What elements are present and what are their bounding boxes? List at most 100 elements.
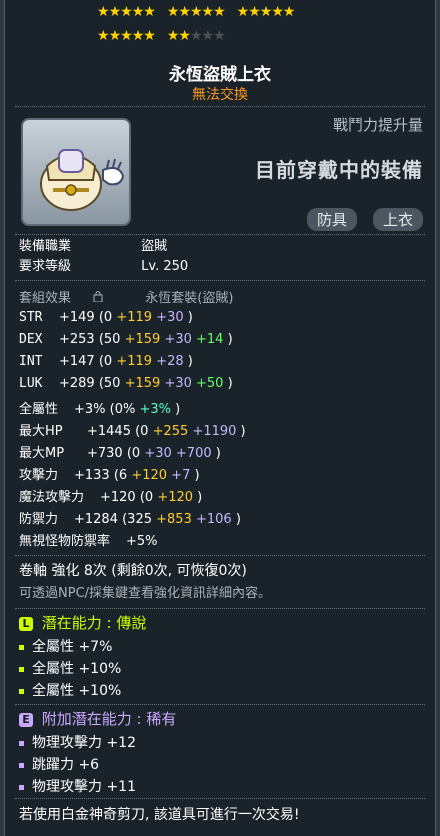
stat-base: (0% [109, 402, 140, 417]
divider [15, 280, 425, 281]
potential-line: 物理攻擊力 +11 [19, 776, 136, 796]
star-group: ★★★★★ [166, 4, 226, 20]
stat-bonus: +50 [196, 376, 228, 391]
potential-line-text: 全屬性 +10% [32, 661, 122, 677]
rare-badge-icon: E [19, 712, 33, 727]
star-force-row-1: ★★★★★ ★★★★★ ★★★★★ [97, 4, 306, 20]
stat-bonus: +700 [175, 446, 216, 461]
star-group: ★★★★★ [97, 4, 156, 20]
stat-total: +1284 [74, 512, 123, 527]
star-group: ★★★★★ [97, 28, 156, 44]
bullet-icon [19, 688, 24, 694]
power-up-label: 戰鬥力提升量 [332, 116, 423, 134]
bullet-icon [19, 784, 24, 790]
stat-close: ) [227, 376, 233, 391]
star-filled-icon: ★ [166, 4, 180, 20]
stat-bonus: +30 [144, 446, 176, 461]
stat-name: 最大MP [19, 446, 65, 461]
potential-line: 全屬性 +10% [19, 680, 121, 700]
stat-bonus: +28 [156, 354, 188, 369]
stat-bonus: +7 [171, 468, 195, 483]
tag-top: 上衣 [372, 208, 423, 231]
potential-line-text: 全屬性 +10% [32, 683, 122, 699]
star-force-row-2: ★★★★★ ★★★★★ [97, 28, 237, 44]
stat-close: ) [175, 402, 181, 417]
stat-base: (325 [122, 512, 157, 527]
star-empty-icon: ★ [201, 28, 215, 44]
stat-row: DEX +253 (50 +159 +30 +14 ) [19, 332, 233, 347]
stat-row: INT +147 (0 +119 +28 ) [19, 354, 193, 369]
potential-line: 全屬性 +7% [19, 636, 112, 656]
stat-row: 全屬性 +3% (0% +3% ) [19, 398, 180, 417]
req-level: 要求等級 Lv. 250 [19, 255, 188, 274]
divider [15, 704, 425, 705]
item-tooltip: ★★★★★ ★★★★★ ★★★★★ ★★★★★ ★★★★★ 永恆盜賊上衣 無法交換 戰… [4, 0, 436, 836]
stat-row: STR +149 (0 +119 +30 ) [19, 310, 193, 325]
stat-total: +120 [100, 490, 140, 505]
star-filled-icon: ★ [189, 4, 203, 20]
stat-base: (6 [113, 468, 132, 483]
stat-bonus: +3% [139, 402, 176, 417]
req-job-value: 盜賊 [141, 239, 168, 254]
stat-bonus: +30 [156, 310, 188, 325]
star-filled-icon: ★ [178, 4, 191, 20]
potential-line-text: 跳躍力 +6 [32, 757, 100, 773]
bullet-icon [19, 666, 24, 672]
req-level-value: Lv. 250 [141, 259, 189, 274]
stat-row: 無視怪物防禦率 +5% [19, 530, 158, 549]
stat-row: 魔法攻擊力 +120 (0 +120 ) [19, 486, 202, 505]
stat-name: LUK [19, 376, 43, 391]
stat-close: ) [215, 446, 221, 461]
req-job-label: 裝備職業 [19, 239, 72, 254]
potential-line: 全屬性 +10% [19, 658, 121, 678]
stat-bonus: +853 [156, 512, 196, 527]
star-filled-icon: ★ [97, 28, 110, 44]
stat-total: +133 [74, 468, 114, 483]
star-filled-icon: ★ [282, 4, 296, 20]
robe-icon [40, 149, 125, 211]
platinum-scissors-notice: 若使用白金神奇剪刀, 該道具可進行一次交易! [19, 807, 300, 823]
star-filled-icon: ★ [97, 4, 110, 20]
stat-base: (50 [98, 376, 125, 391]
bullet-icon [19, 762, 24, 768]
enhance-hint: 可透過NPC/採集鍵查看強化資訊詳細內容。 [19, 586, 272, 601]
bonus-potential-header: E 附加潛在能力 : 稀有 [19, 708, 176, 729]
stat-bonus: +120 [131, 468, 172, 483]
stat-bonus: +159 [124, 332, 165, 347]
stat-base: (0 [126, 446, 145, 461]
req-job: 裝備職業 盜賊 [19, 235, 167, 254]
star-filled-icon: ★ [108, 28, 122, 44]
lock-icon [93, 290, 141, 306]
stat-base: (0 [139, 490, 158, 505]
set-effect: 套組效果 永恆套裝(盜賊) [19, 287, 233, 306]
bonus-potential-label: 附加潛在能力 : 稀有 [41, 710, 177, 728]
scroll-upgrade: 卷軸 強化 8次 (剩餘0次, 可恢復0次) [19, 563, 247, 579]
stat-row: 最大MP +730 (0 +30 +700 ) [19, 442, 221, 461]
potential-line-text: 物理攻擊力 +12 [32, 735, 136, 751]
star-filled-icon: ★ [120, 28, 133, 44]
stat-bonus: +14 [196, 332, 228, 347]
item-name: 永恆盜賊上衣 [169, 65, 271, 85]
stat-bonus: +120 [157, 490, 198, 505]
stat-bonus: +106 [195, 512, 236, 527]
potential-line: 跳躍力 +6 [19, 754, 99, 774]
star-filled-icon: ★ [166, 28, 180, 44]
stat-bonus: +119 [116, 354, 157, 369]
stat-total: +1445 [87, 424, 136, 439]
stat-base: (0 [98, 354, 117, 369]
divider [15, 106, 425, 107]
stat-base: (0 [98, 310, 117, 325]
potential-label: 潛在能力 : 傳說 [41, 614, 147, 632]
divider [15, 798, 425, 799]
potential-header: L 潛在能力 : 傳說 [19, 612, 146, 633]
stat-total: +5% [126, 534, 158, 549]
legendary-badge-icon: L [19, 616, 33, 631]
stat-total: +253 [59, 332, 99, 347]
stat-close: ) [187, 354, 193, 369]
divider [15, 555, 425, 556]
stat-close: ) [194, 468, 200, 483]
equipped-status: 目前穿戴中的裝備 [255, 158, 423, 182]
glove-icon [102, 158, 125, 186]
star-filled-icon: ★ [131, 28, 145, 44]
bullet-icon [19, 644, 24, 650]
